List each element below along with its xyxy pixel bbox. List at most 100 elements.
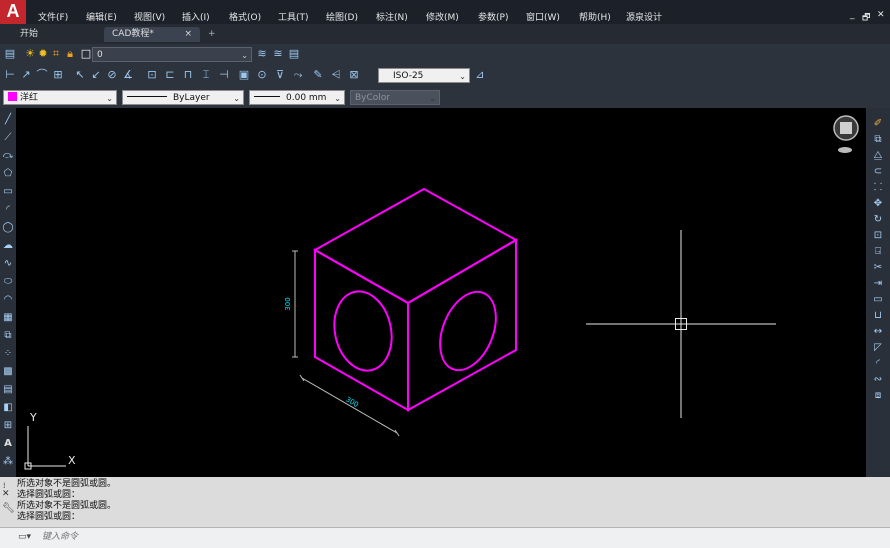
break-at-point-icon[interactable]: ▭: [872, 294, 884, 306]
color-dropdown[interactable]: 洋红 ⌄: [3, 90, 117, 105]
aligned-dimension-icon[interactable]: ↗: [20, 69, 32, 81]
command-customize-icon[interactable]: 🔧︎: [2, 503, 15, 514]
menu-draw[interactable]: 绘图(D): [326, 10, 358, 23]
menu-tools[interactable]: 工具(T): [278, 10, 309, 23]
insert-block-icon[interactable]: ▦: [2, 312, 14, 324]
offset-icon[interactable]: ⊂: [872, 166, 884, 178]
layer-properties-icon[interactable]: ▤: [4, 48, 16, 60]
region-icon[interactable]: ◧: [2, 402, 14, 414]
move-icon[interactable]: ✥: [872, 198, 884, 210]
menu-view[interactable]: 视图(V): [134, 10, 165, 23]
tab-close-icon[interactable]: ×: [184, 27, 192, 42]
extend-icon[interactable]: ⇥: [872, 278, 884, 290]
minimize-button[interactable]: _: [850, 10, 855, 20]
rectangle-icon[interactable]: ▭: [2, 186, 14, 198]
blend-curves-icon[interactable]: ∾: [872, 374, 884, 386]
hatch-icon[interactable]: ▩: [2, 366, 14, 378]
close-button[interactable]: ✕: [877, 10, 885, 20]
layer-viewport-icon[interactable]: ⌗: [50, 48, 62, 60]
menu-dimension[interactable]: 标注(N): [376, 10, 408, 23]
line-icon[interactable]: ╱: [2, 114, 14, 126]
drawing-canvas[interactable]: 300 300 Y X: [16, 108, 866, 477]
erase-icon[interactable]: ✐: [872, 118, 884, 130]
new-tab-button[interactable]: +: [208, 27, 216, 42]
join-icon[interactable]: ↔: [872, 326, 884, 338]
radius-dimension-icon[interactable]: ↖: [74, 69, 86, 81]
rotate-icon[interactable]: ↻: [872, 214, 884, 226]
continue-dimension-icon[interactable]: ⊓: [182, 69, 194, 81]
explode-icon[interactable]: ⧈: [872, 390, 884, 402]
layer-freeze-icon[interactable]: ✹: [37, 48, 49, 60]
menu-file[interactable]: 文件(F): [38, 10, 68, 23]
make-block-icon[interactable]: ⧉: [2, 330, 14, 342]
ellipse-icon[interactable]: ⬭: [2, 276, 14, 288]
menu-window[interactable]: 窗口(W): [526, 10, 560, 23]
arc-icon[interactable]: ◜: [2, 204, 14, 216]
cube-top-face[interactable]: [312, 187, 519, 305]
lineweight-dropdown[interactable]: 0.00 mm ⌄: [249, 90, 345, 105]
make-current-layer-icon[interactable]: ≋: [256, 48, 268, 60]
center-mark-icon[interactable]: ⊙: [256, 69, 268, 81]
layer-dropdown[interactable]: 0 ⌄: [92, 47, 252, 62]
copy-icon[interactable]: ⧉: [872, 134, 884, 146]
dimension-space-icon[interactable]: ⌶: [200, 69, 212, 81]
scale-icon[interactable]: ⊡: [872, 230, 884, 242]
circle-icon[interactable]: ◯: [2, 222, 14, 234]
revision-cloud-icon[interactable]: ☁: [2, 240, 14, 252]
polygon-icon[interactable]: ⬠: [2, 168, 14, 180]
command-prompt-icon[interactable]: ▭▾: [18, 532, 31, 542]
oblique-dimension-line[interactable]: [301, 377, 398, 434]
trim-icon[interactable]: ✂: [872, 262, 884, 274]
vertical-dimension-text[interactable]: 300: [284, 297, 292, 310]
cube-right-hole[interactable]: [429, 284, 506, 379]
spline-icon[interactable]: ∿: [2, 258, 14, 270]
menu-parameters[interactable]: 参数(P): [478, 10, 508, 23]
cube-left-hole[interactable]: [327, 286, 398, 376]
table-icon[interactable]: ⊞: [2, 420, 14, 432]
chamfer-icon[interactable]: ◸: [872, 342, 884, 354]
add-selected-icon[interactable]: ⁂: [2, 456, 14, 468]
fillet-icon[interactable]: ◜: [872, 358, 884, 370]
angular-dimension-icon[interactable]: ∡: [122, 69, 134, 81]
tolerance-icon[interactable]: ▣: [238, 69, 250, 81]
dimension-break-icon[interactable]: ⊣: [218, 69, 230, 81]
quick-dimension-icon[interactable]: ⊡: [146, 69, 158, 81]
menu-insert[interactable]: 插入(I): [182, 10, 210, 23]
menu-format[interactable]: 格式(O): [229, 10, 261, 23]
command-close-icon[interactable]: ✕: [2, 489, 10, 499]
command-input[interactable]: [42, 530, 862, 544]
multiline-text-icon[interactable]: A: [2, 438, 14, 450]
tab-start[interactable]: 开始: [20, 27, 38, 42]
jogged-dimension-icon[interactable]: ↙: [90, 69, 102, 81]
layer-on-icon[interactable]: ☀: [24, 48, 36, 60]
navigation-wheel-icon[interactable]: [833, 115, 859, 153]
linear-dimension-icon[interactable]: ⊢: [4, 69, 16, 81]
layer-lock-icon[interactable]: 🔒︎: [64, 48, 76, 60]
point-icon[interactable]: ⁘: [2, 348, 14, 360]
tab-cad-tutorial[interactable]: CAD教程* ×: [104, 27, 200, 42]
arc-length-icon[interactable]: ⌒: [36, 69, 48, 81]
menu-yuanquan[interactable]: 源泉设计: [626, 10, 662, 23]
baseline-dimension-icon[interactable]: ⊏: [164, 69, 176, 81]
ordinate-dimension-icon[interactable]: ⊞: [52, 69, 64, 81]
mirror-icon[interactable]: ⧋: [872, 150, 884, 162]
jogged-linear-icon[interactable]: ⤳: [292, 69, 304, 81]
dimension-update-icon[interactable]: ⊠: [348, 69, 360, 81]
autocad-logo-button[interactable]: A: [0, 0, 26, 24]
layer-previous-icon[interactable]: ≊: [272, 48, 284, 60]
linetype-dropdown[interactable]: ByLayer ⌄: [122, 90, 244, 105]
menu-modify[interactable]: 修改(M): [426, 10, 459, 23]
dimension-edit-icon[interactable]: ✎: [312, 69, 324, 81]
dimension-style-dropdown[interactable]: ISO-25 ⌄: [378, 68, 470, 83]
polyline-icon[interactable]: ⤼: [2, 150, 14, 162]
stretch-icon[interactable]: ⍈: [872, 246, 884, 258]
diameter-dimension-icon[interactable]: ⊘: [106, 69, 118, 81]
array-icon[interactable]: ⸬: [872, 182, 884, 194]
menu-help[interactable]: 帮助(H): [579, 10, 611, 23]
dimension-text-edit-icon[interactable]: ⩤: [330, 69, 342, 81]
inspection-icon[interactable]: ⊽: [274, 69, 286, 81]
cube-left-face[interactable]: [314, 248, 409, 412]
construction-line-icon[interactable]: ⟋: [2, 132, 14, 144]
gradient-icon[interactable]: ▤: [2, 384, 14, 396]
dimension-style-icon[interactable]: ⊿: [474, 69, 486, 81]
